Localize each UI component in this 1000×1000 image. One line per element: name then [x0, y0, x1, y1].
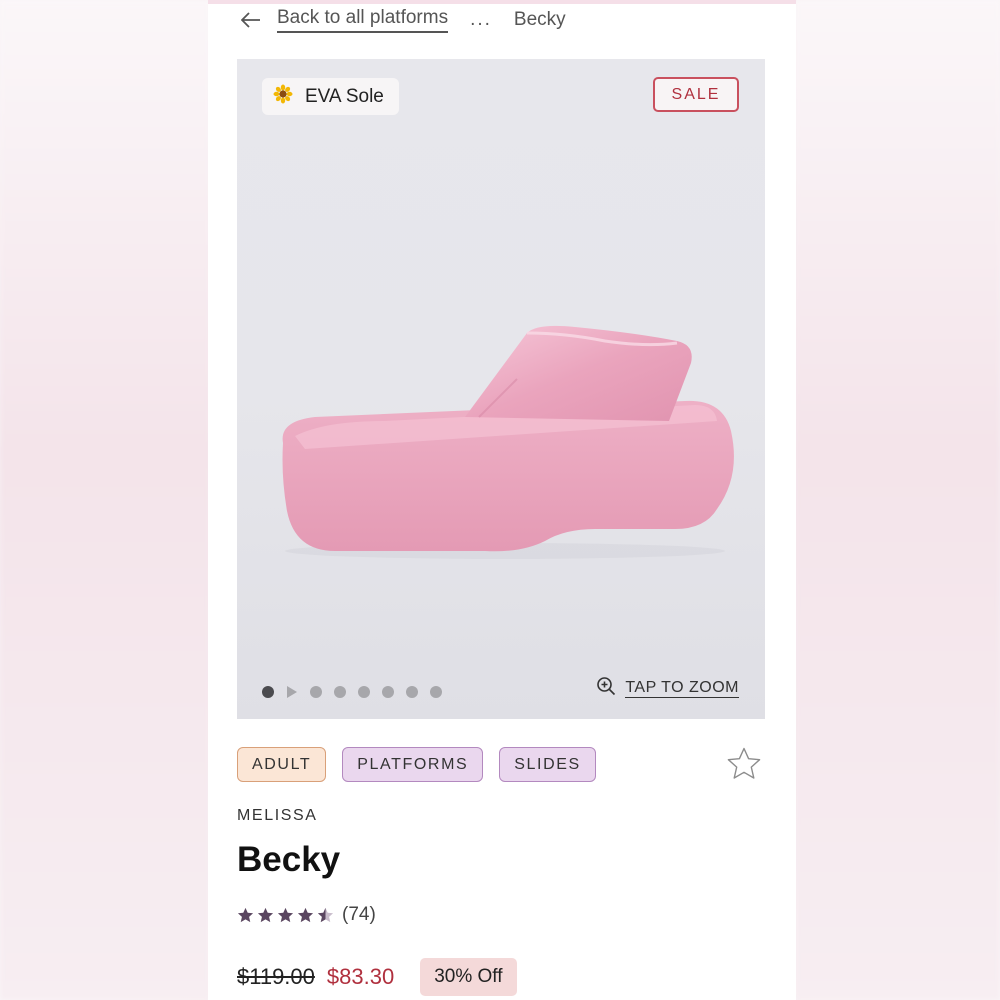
product-image: [282, 325, 734, 559]
sale-price: $83.30: [326, 964, 395, 989]
zoom-in-icon: [596, 676, 616, 701]
slide-dot-6[interactable]: [382, 686, 394, 698]
feature-badge-label: EVA Sole: [305, 85, 384, 107]
rating-half-star-icon: [317, 907, 334, 922]
background-left: [0, 0, 210, 1000]
product-image-gallery[interactable]: EVA Sole SALE TAP TO ZOOM: [237, 59, 765, 719]
slide-dot-5[interactable]: [358, 686, 370, 698]
rating-star-icon: [297, 907, 314, 922]
breadcrumb-separator: ...: [470, 9, 492, 30]
rating-star-icon: [257, 907, 274, 922]
sale-badge: SALE: [653, 77, 739, 112]
tap-to-zoom-button[interactable]: TAP TO ZOOM: [596, 676, 739, 701]
sunflower-icon: [273, 84, 293, 110]
background-right: [795, 0, 1000, 1000]
slide-dot-4[interactable]: [334, 686, 346, 698]
back-to-platforms-link[interactable]: Back to all platforms: [277, 7, 449, 33]
top-bar: [208, 0, 796, 4]
product-page: Back to all platforms ... Becky EVA Sole…: [208, 0, 796, 1000]
slide-dot-8[interactable]: [430, 686, 442, 698]
tag-slides[interactable]: SLIDES: [499, 747, 596, 782]
brand-name: MELISSA: [237, 807, 318, 824]
rating-star-icon: [237, 907, 254, 922]
rating-star-icon: [277, 907, 294, 922]
tag-platforms[interactable]: PLATFORMS: [342, 747, 484, 782]
feature-badge: EVA Sole: [262, 78, 399, 115]
slide-dot-1[interactable]: [262, 686, 274, 698]
slide-dot-7[interactable]: [406, 686, 418, 698]
breadcrumb: Back to all platforms ... Becky: [241, 6, 566, 34]
slide-dot-3[interactable]: [310, 686, 322, 698]
tap-to-zoom-label: TAP TO ZOOM: [625, 678, 739, 698]
breadcrumb-current: Becky: [513, 9, 566, 30]
review-count[interactable]: (74): [342, 904, 376, 926]
back-arrow-icon[interactable]: [241, 9, 263, 31]
product-title: Becky: [237, 840, 341, 879]
original-price: $119.00: [237, 964, 315, 989]
price-block: $119.00 $83.30 30% Off: [237, 958, 517, 996]
rating[interactable]: (74): [237, 904, 376, 926]
favorite-star-icon[interactable]: [726, 746, 762, 782]
play-icon[interactable]: [286, 686, 298, 698]
tag-adult[interactable]: ADULT: [237, 747, 327, 782]
slide-indicators: [262, 686, 442, 698]
category-tags: ADULT PLATFORMS SLIDES: [237, 747, 596, 782]
discount-badge: 30% Off: [420, 958, 517, 996]
